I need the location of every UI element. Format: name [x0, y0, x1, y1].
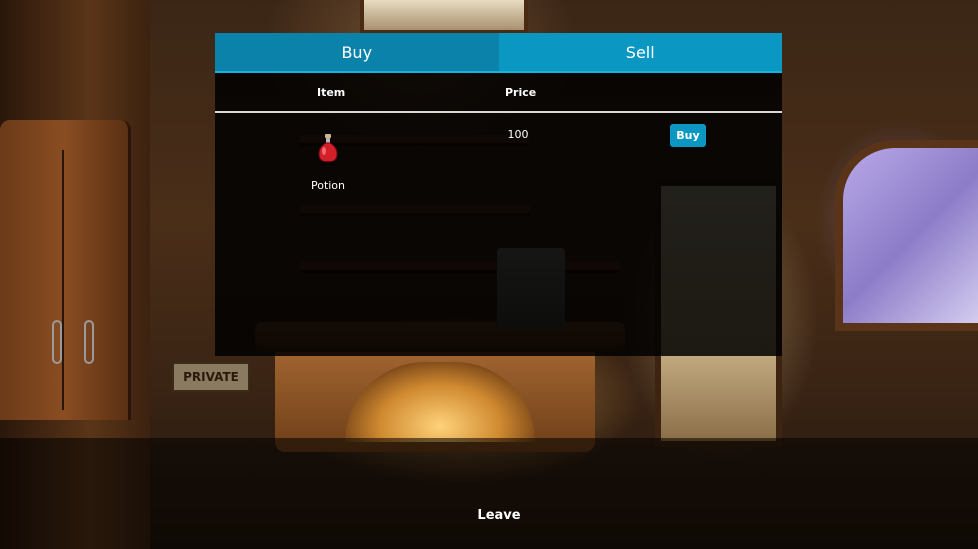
ceiling-window: [360, 0, 528, 34]
tabs-underline: [215, 71, 782, 73]
shop-tabs: Buy Sell: [215, 33, 782, 71]
tab-buy[interactable]: Buy: [215, 33, 499, 71]
shop-item-row: Potion 100 Buy: [215, 115, 782, 195]
column-header-item: Item: [317, 86, 346, 99]
buy-item-button[interactable]: Buy: [670, 124, 706, 147]
item-price: 100: [507, 128, 529, 141]
wardrobe: [0, 120, 131, 420]
bottom-bar: Leave: [0, 438, 978, 549]
header-divider: [215, 111, 782, 113]
private-sign: PRIVATE: [172, 362, 250, 392]
shop-panel: Buy Sell Item Price Potion 100 Buy: [215, 33, 782, 356]
wardrobe-handle-right: [84, 320, 94, 364]
stained-glass-window: [835, 140, 978, 331]
wardrobe-handle-left: [52, 320, 62, 364]
leave-button[interactable]: Leave: [459, 504, 539, 526]
column-header-price: Price: [505, 86, 537, 99]
tab-sell[interactable]: Sell: [498, 33, 782, 71]
item-name: Potion: [310, 179, 346, 192]
red-potion-icon: [318, 134, 338, 165]
